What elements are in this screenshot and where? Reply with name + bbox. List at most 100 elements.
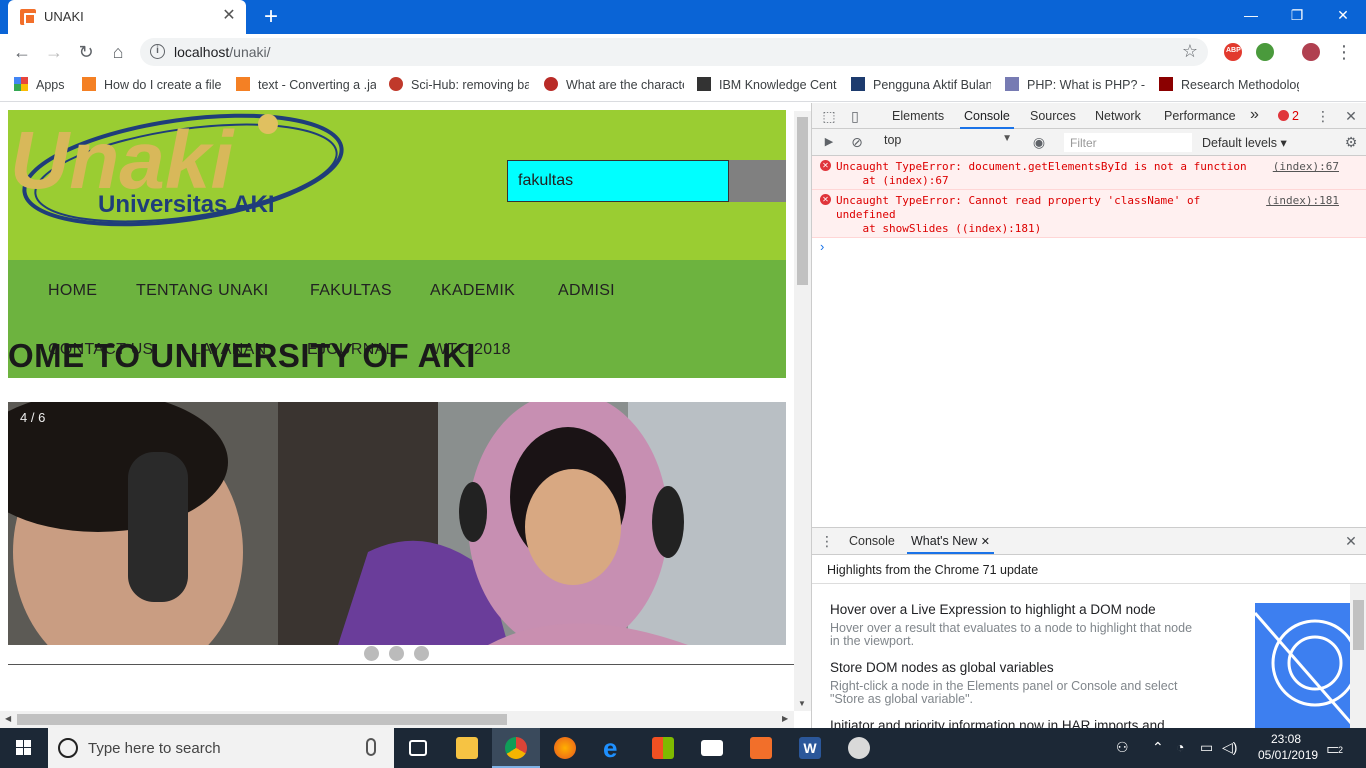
start-button[interactable] <box>0 728 48 768</box>
tab-console[interactable]: Console <box>964 109 1010 123</box>
restore-button[interactable]: ❐ <box>1274 0 1320 30</box>
whats-new-item-desc: Right-click a node in the Elements panel… <box>830 680 1200 706</box>
bookmark-item[interactable]: PHP: What is PHP? - I <box>1005 77 1145 95</box>
page-vertical-scrollbar[interactable]: ▼ <box>794 111 811 711</box>
error-counter[interactable]: 2 <box>1278 109 1299 123</box>
tab-performance[interactable]: Performance <box>1164 109 1236 123</box>
tab-sources[interactable]: Sources <box>1030 109 1076 123</box>
globe-extension-icon[interactable] <box>1256 43 1274 61</box>
bookmark-apps[interactable]: Apps <box>14 77 74 95</box>
whats-new-item-title[interactable]: Store DOM nodes as global variables <box>830 660 1054 675</box>
inspect-element-icon[interactable]: ⬚ <box>820 107 838 125</box>
people-icon[interactable]: ⚇ <box>1116 739 1129 756</box>
site-info-icon[interactable]: i <box>150 44 165 59</box>
system-clock[interactable]: 23:08 05/01/2019 <box>1258 731 1314 763</box>
minimize-button[interactable]: — <box>1228 0 1274 30</box>
taskbar-word[interactable]: W <box>786 728 834 768</box>
bookmark-star-icon[interactable]: ☆ <box>1182 41 1198 62</box>
drawer-scrollbar[interactable] <box>1350 584 1366 729</box>
slide-dot[interactable] <box>389 646 404 661</box>
window-close-button[interactable]: ✕ <box>1320 0 1366 30</box>
wifi-icon[interactable]: ◔ <box>1176 739 1184 755</box>
bookmark-item[interactable]: Sci-Hub: removing ba <box>389 77 529 95</box>
devtools-tab-bar: ⬚ ▯ Elements Console Sources Network Per… <box>812 103 1366 129</box>
sidebar-toggle-icon[interactable]: ▶ <box>820 133 838 151</box>
scroll-down-arrow-icon[interactable]: ▼ <box>798 699 806 708</box>
bookmark-item[interactable]: text - Converting a .ja <box>236 77 376 95</box>
home-icon[interactable]: ⌂ <box>106 40 130 64</box>
nav-akademik[interactable]: AKADEMIK <box>430 282 515 300</box>
forward-arrow-icon[interactable]: → <box>42 40 66 64</box>
microphone-icon[interactable] <box>366 738 376 756</box>
console-filter-input[interactable]: Filter <box>1064 133 1192 152</box>
nav-home[interactable]: HOME <box>48 282 97 300</box>
slideshow-image[interactable]: 4 / 6 <box>8 402 786 645</box>
nav-admisi[interactable]: ADMISI <box>558 282 615 300</box>
profile-avatar-icon[interactable] <box>1302 43 1320 61</box>
drawer-close-icon[interactable]: ✕ <box>1342 532 1360 550</box>
bookmark-item[interactable]: How do I create a file <box>82 77 222 95</box>
bookmark-item[interactable]: IBM Knowledge Cent <box>697 77 837 95</box>
volume-icon[interactable]: ◁) <box>1222 739 1237 756</box>
tray-chevron-up-icon[interactable]: ⌃ <box>1152 739 1164 756</box>
taskbar-xampp[interactable] <box>737 728 785 768</box>
drawer-tab-console[interactable]: Console <box>849 534 895 548</box>
slide-dot[interactable] <box>414 646 429 661</box>
taskbar-paint[interactable] <box>835 728 883 768</box>
nav-tentang-unaki[interactable]: TENTANG UNAKI <box>136 282 269 300</box>
new-tab-button[interactable]: + <box>258 4 284 30</box>
error-source-link[interactable]: (index):181 <box>1266 194 1339 208</box>
drawer-menu-icon[interactable]: ⋮ <box>818 532 836 550</box>
bookmark-item[interactable]: Pengguna Aktif Bulan <box>851 77 991 95</box>
taskbar-search-box[interactable]: Type here to search <box>48 728 394 768</box>
page-horizontal-scrollbar[interactable]: ◀ ▶ <box>0 711 794 728</box>
live-expression-eye-icon[interactable]: ◉ <box>1030 133 1048 151</box>
site-search-button[interactable] <box>729 160 786 202</box>
close-icon[interactable]: ✕ <box>981 536 990 548</box>
scrollbar-thumb[interactable] <box>17 714 507 725</box>
devtools-close-icon[interactable]: ✕ <box>1342 107 1360 125</box>
bookmark-item[interactable]: Research Methodolog <box>1159 77 1299 95</box>
address-bar[interactable]: i localhost/unaki/ ☆ <box>140 38 1208 66</box>
scroll-right-arrow-icon[interactable]: ▶ <box>782 714 788 723</box>
browser-tab[interactable]: UNAKI ✕ <box>8 0 246 34</box>
taskbar-mail[interactable] <box>688 728 736 768</box>
scrollbar-thumb[interactable] <box>1353 600 1364 650</box>
scroll-left-arrow-icon[interactable]: ◀ <box>5 714 11 723</box>
drawer-tab-whats-new[interactable]: What's New ✕ <box>911 534 990 548</box>
console-error-message: ✕ Uncaught TypeError: document.getElemen… <box>812 156 1366 190</box>
devtools-panel: ⬚ ▯ Elements Console Sources Network Per… <box>811 103 1366 728</box>
back-arrow-icon[interactable]: ← <box>10 40 34 64</box>
task-view-button[interactable] <box>394 728 442 768</box>
tab-close-icon[interactable]: ✕ <box>220 7 238 25</box>
notification-center-icon[interactable]: ▭2 <box>1326 739 1341 759</box>
devtools-menu-icon[interactable]: ⋮ <box>1314 107 1332 125</box>
nav-fakultas[interactable]: FAKULTAS <box>310 282 392 300</box>
scrollbar-thumb[interactable] <box>797 117 808 285</box>
more-tabs-icon[interactable]: » <box>1250 106 1259 124</box>
reload-icon[interactable]: ↻ <box>74 40 98 64</box>
site-search-input[interactable]: fakultas <box>507 160 729 202</box>
clear-console-icon[interactable]: ⊘ <box>848 133 866 151</box>
console-prompt[interactable]: › <box>820 239 824 254</box>
log-levels-dropdown[interactable]: Default levels ▾ <box>1202 135 1287 150</box>
taskbar-file-explorer[interactable] <box>443 728 491 768</box>
slide-dot[interactable] <box>364 646 379 661</box>
tab-network[interactable]: Network <box>1095 109 1141 123</box>
context-select[interactable]: top▼ <box>884 133 1016 152</box>
taskbar-firefox[interactable] <box>541 728 589 768</box>
menu-kebab-icon[interactable]: ⋮ <box>1332 40 1356 64</box>
battery-icon[interactable]: ▭ <box>1200 739 1213 756</box>
device-toolbar-icon[interactable]: ▯ <box>846 107 864 125</box>
tab-elements[interactable]: Elements <box>892 109 944 123</box>
research-icon <box>1159 77 1173 91</box>
whats-new-item-title[interactable]: Hover over a Live Expression to highligh… <box>830 602 1156 617</box>
bookmark-item[interactable]: What are the characte <box>544 77 684 95</box>
taskbar-edge[interactable]: e <box>590 728 638 768</box>
error-source-link[interactable]: (index):67 <box>1273 160 1339 174</box>
taskbar-chrome[interactable] <box>492 728 540 768</box>
adblock-extension-icon[interactable]: ABP <box>1224 43 1242 61</box>
settings-gear-icon[interactable]: ⚙ <box>1342 133 1360 151</box>
unaki-logo[interactable]: Unaki Universitas AKI <box>8 110 348 235</box>
taskbar-store[interactable] <box>639 728 687 768</box>
